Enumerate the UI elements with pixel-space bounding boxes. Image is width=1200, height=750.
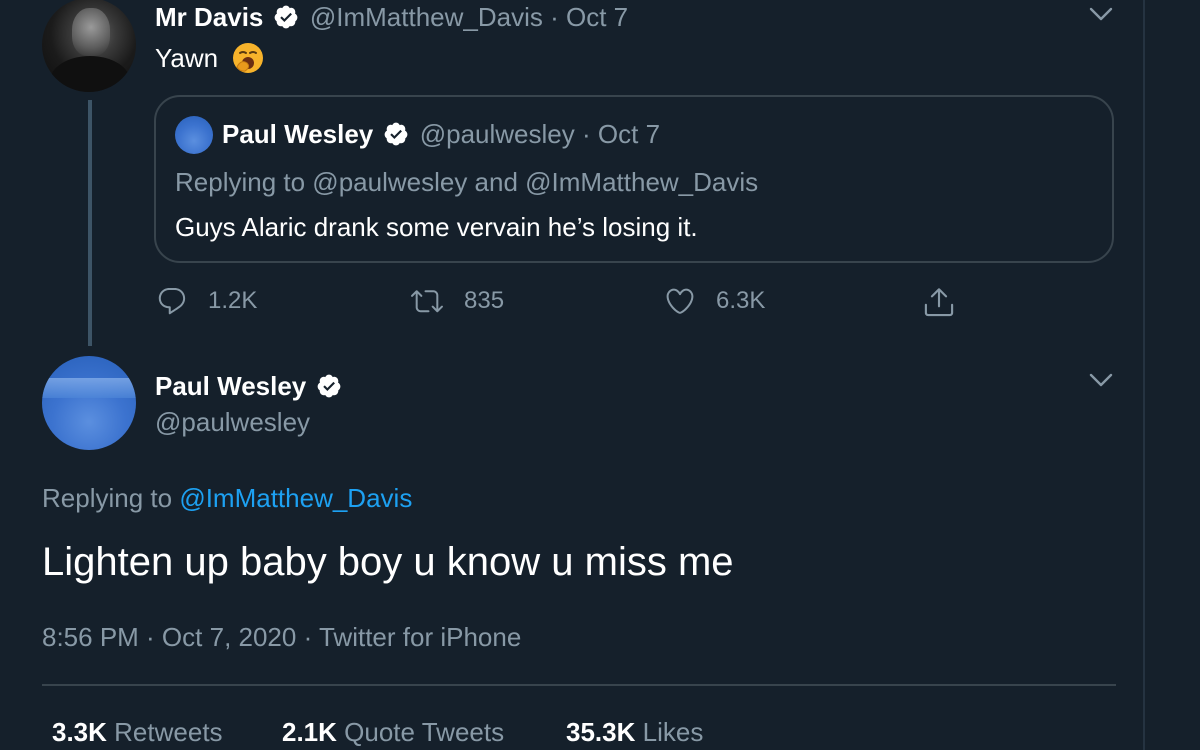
main-tweet-author: Paul Wesley [155, 370, 342, 402]
top-tweet-author-name[interactable]: Mr Davis [155, 2, 263, 32]
verified-badge-icon [274, 5, 297, 29]
yawning-face-emoji [233, 43, 264, 74]
timeline-border [1143, 0, 1145, 750]
retweet-count: 835 [464, 287, 505, 314]
replying-to-handle-link[interactable]: @ImMatthew_Davis [179, 483, 412, 513]
verified-badge-icon [317, 374, 340, 398]
top-tweet-author-handle[interactable]: @ImMatthew_Davis [310, 2, 543, 32]
share-button[interactable] [922, 285, 956, 319]
quoted-tweet-replying-to: Replying to @paulwesley and @ImMatthew_D… [175, 167, 759, 197]
top-tweet-body: Yawn [155, 42, 265, 77]
retweet-icon [411, 290, 443, 313]
avatar-mr-davis[interactable] [42, 0, 136, 92]
chevron-down-icon[interactable] [1088, 4, 1114, 24]
top-tweet-text: Yawn [155, 43, 219, 73]
avatar-paul-wesley-small [175, 116, 213, 154]
quote-tweets-stat-count: 2.1K [282, 717, 337, 747]
main-tweet-author-name[interactable]: Paul Wesley [155, 371, 306, 401]
replying-to-label: Replying to [42, 483, 173, 513]
quoted-tweet-author-name: Paul Wesley [222, 119, 374, 149]
main-tweet-replying-to: Replying to @ImMatthew_Davis [42, 482, 412, 514]
share-icon [924, 288, 954, 317]
likes-stat-link[interactable]: 35.3K Likes [566, 716, 703, 748]
retweets-stat-count: 3.3K [52, 717, 107, 747]
quoted-tweet-header: Paul Wesley @paulwesley · Oct 7 [222, 118, 660, 150]
reply-count: 1.2K [208, 287, 258, 314]
reply-button[interactable]: 1.2K [156, 285, 257, 317]
likes-stat-label: Likes [642, 717, 704, 747]
avatar-paul-wesley[interactable] [42, 356, 136, 450]
main-tweet-timestamp[interactable]: 8:56 PM · Oct 7, 2020 · Twitter for iPho… [42, 621, 521, 653]
quoted-tweet-separator: · [582, 119, 591, 149]
like-button[interactable]: 6.3K [664, 285, 765, 317]
top-tweet-header: Mr Davis @ImMatthew_Davis · Oct 7 [155, 2, 628, 32]
stats-divider [42, 684, 1116, 686]
retweet-button[interactable]: 835 [410, 285, 504, 317]
like-count: 6.3K [716, 287, 766, 314]
retweets-stat-link[interactable]: 3.3K Retweets [52, 716, 223, 748]
reply-icon [158, 287, 186, 315]
retweets-stat-label: Retweets [114, 717, 223, 747]
chevron-down-icon[interactable] [1088, 370, 1114, 390]
likes-stat-count: 35.3K [566, 717, 636, 747]
main-tweet-author-handle[interactable]: @paulwesley [155, 406, 310, 438]
top-tweet-date[interactable]: Oct 7 [566, 2, 628, 32]
quoted-tweet-text: Guys Alaric drank some vervain he’s losi… [175, 212, 698, 242]
quote-tweets-stat-label: Quote Tweets [344, 717, 505, 747]
thread-connector-line [88, 100, 92, 346]
verified-badge-icon [384, 122, 407, 146]
main-tweet-text: Lighten up baby boy u know u miss me [42, 540, 734, 584]
quoted-tweet-date: Oct 7 [597, 119, 661, 149]
quote-tweets-stat-link[interactable]: 2.1K Quote Tweets [282, 716, 504, 748]
like-icon [666, 288, 694, 314]
quoted-tweet-author-handle: @paulwesley [419, 119, 575, 149]
top-tweet-separator: · [550, 2, 559, 32]
